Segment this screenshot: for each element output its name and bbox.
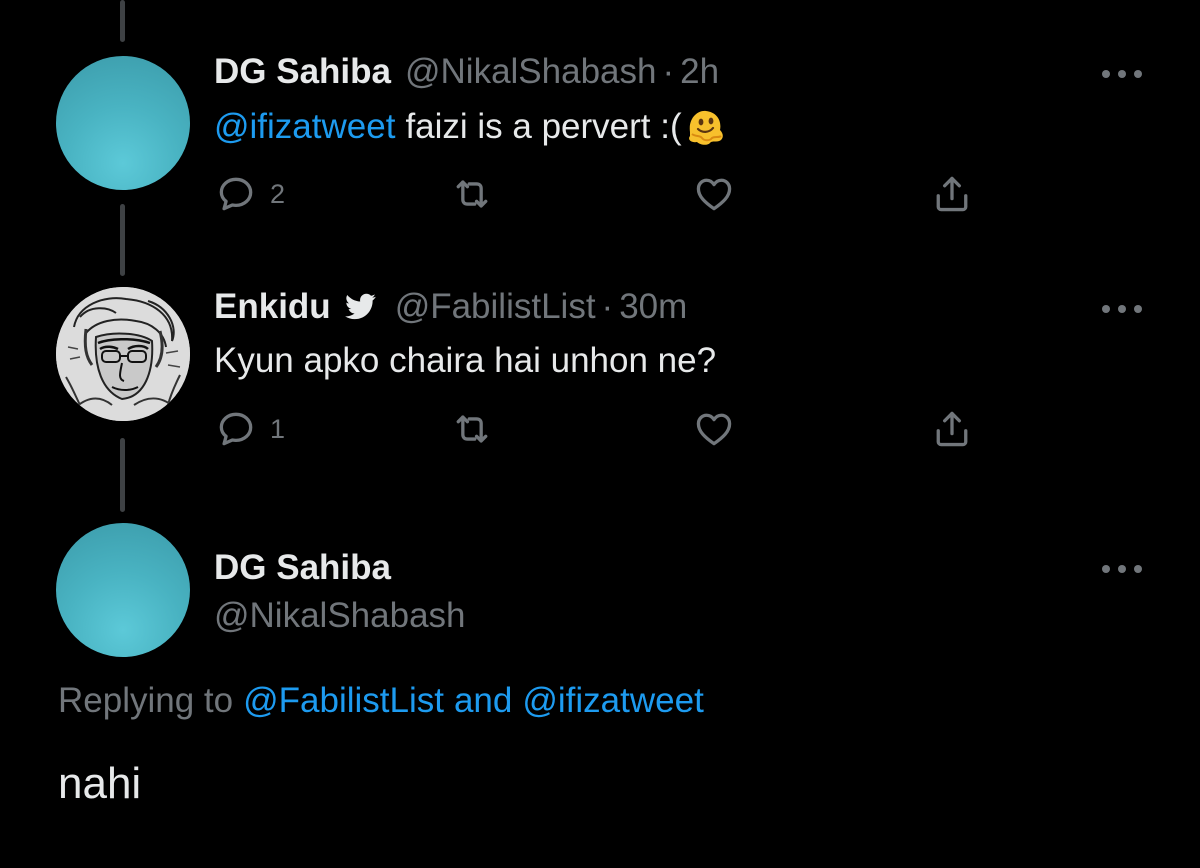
twitter-bird-icon <box>344 293 376 320</box>
retweet-icon <box>456 180 488 208</box>
replying-to: Replying to @FabilistList and @ifizatwee… <box>58 678 704 724</box>
more-options-button[interactable] <box>1102 67 1142 81</box>
more-options-button[interactable] <box>1102 302 1142 316</box>
tweet-body: Kyun apko chaira hai unhon ne? <box>214 341 717 380</box>
thread-line-middle <box>120 204 125 276</box>
avatar[interactable] <box>56 287 190 421</box>
dot-icon <box>1118 565 1126 573</box>
reply-count: 2 <box>270 178 286 209</box>
reply-icon <box>219 177 253 211</box>
tweet-text: Kyun apko chaira hai unhon ne? <box>214 338 716 384</box>
share-button[interactable] <box>930 407 974 451</box>
like-button[interactable] <box>692 172 736 216</box>
dot-icon <box>1134 565 1142 573</box>
focused-tweet-text: nahi <box>58 756 141 812</box>
tweet-body: nahi <box>58 759 142 808</box>
tweet-header: DG Sahiba @NikalShabash · 2h <box>214 50 719 94</box>
tweet-header: Enkidu @FabilistList · 30m <box>214 285 687 329</box>
heart-icon <box>696 178 732 211</box>
share-icon <box>936 176 968 212</box>
thread-line-top <box>120 0 125 42</box>
heart-icon <box>696 413 732 446</box>
reply-count: 1 <box>270 413 286 444</box>
replying-prefix: Replying to <box>58 681 234 720</box>
dot-icon <box>1118 70 1126 78</box>
tweet-body: faizi is a pervert :( <box>405 107 682 146</box>
tweet-actions: 1 <box>214 407 984 451</box>
dot-icon <box>1102 305 1110 313</box>
focused-display-name-row: DG Sahiba <box>214 546 391 590</box>
handle[interactable]: @NikalShabash <box>405 52 657 92</box>
display-name[interactable]: DG Sahiba <box>214 52 391 92</box>
tweet-text: @ifizatweet faizi is a pervert :( <box>214 104 726 150</box>
thread-line-bottom <box>120 438 125 512</box>
replying-user-link[interactable]: @ifizatweet <box>522 681 703 721</box>
share-button[interactable] <box>930 172 974 216</box>
display-name[interactable]: Enkidu <box>214 287 331 327</box>
dot-icon <box>1134 70 1142 78</box>
more-options-button[interactable] <box>1102 562 1142 576</box>
display-name[interactable]: DG Sahiba <box>214 548 391 588</box>
retweet-button[interactable] <box>450 407 494 451</box>
avatar[interactable] <box>56 56 190 190</box>
melting-face-icon <box>688 110 723 145</box>
dot-icon <box>1102 70 1110 78</box>
mention-link[interactable]: @ifizatweet <box>214 107 395 147</box>
focused-handle-row: @NikalShabash <box>214 594 466 638</box>
replying-user-link[interactable]: @FabilistList <box>243 681 444 721</box>
separator: · <box>601 287 614 326</box>
dot-icon <box>1118 305 1126 313</box>
handle[interactable]: @NikalShabash <box>214 596 466 636</box>
timestamp[interactable]: 30m <box>619 287 687 327</box>
avatar[interactable] <box>56 523 190 657</box>
dot-icon <box>1102 565 1110 573</box>
retweet-icon <box>456 415 488 443</box>
portrait-sketch-icon <box>56 287 190 421</box>
handle[interactable]: @FabilistList <box>395 287 596 327</box>
separator: · <box>662 52 675 91</box>
dot-icon <box>1134 305 1142 313</box>
reply-button[interactable]: 1 <box>214 407 285 451</box>
replying-and: and <box>453 681 513 720</box>
tweet-actions: 2 <box>214 172 984 216</box>
share-icon <box>936 411 968 447</box>
reply-icon <box>219 412 253 446</box>
timestamp[interactable]: 2h <box>680 52 719 92</box>
reply-button[interactable]: 2 <box>214 172 285 216</box>
retweet-button[interactable] <box>450 172 494 216</box>
like-button[interactable] <box>692 407 736 451</box>
